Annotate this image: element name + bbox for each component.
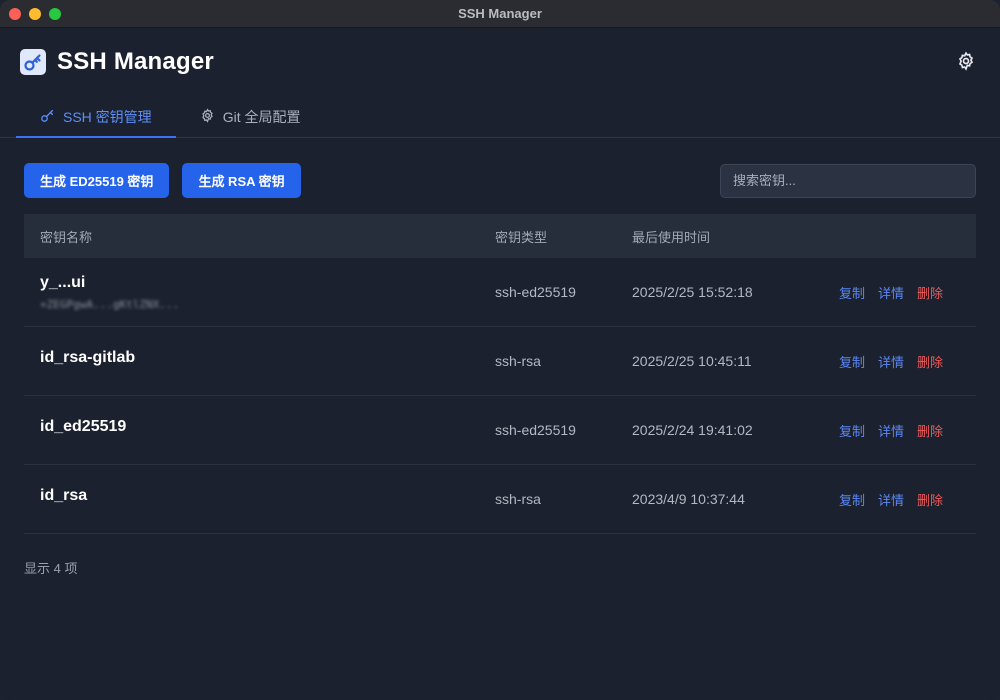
column-header-name: 密钥名称	[40, 229, 93, 245]
key-last-used: 2025/2/25 15:52:18	[632, 284, 753, 300]
key-name-cell: id_rsa	[24, 487, 495, 511]
detail-button[interactable]: 详情	[878, 352, 904, 371]
row-actions: 复制 详情 删除	[839, 421, 976, 440]
delete-button[interactable]: 删除	[917, 352, 943, 371]
tab-label: Git 全局配置	[222, 108, 301, 125]
row-actions: 复制 详情 删除	[839, 352, 976, 371]
key-type: ssh-ed25519	[495, 422, 576, 438]
close-window-button[interactable]	[9, 8, 21, 20]
gear-icon	[200, 107, 215, 126]
key-last-used: 2025/2/25 10:45:11	[632, 353, 752, 369]
copy-button[interactable]: 复制	[839, 490, 865, 509]
key-name: id_rsa-gitlab	[40, 349, 136, 366]
app-window: SSH Manager SSH Manager SSH 密钥管理 Git 全局配…	[0, 0, 1000, 700]
item-count: 显示 4 项	[24, 561, 78, 576]
gear-icon[interactable]	[956, 51, 976, 71]
copy-button[interactable]: 复制	[839, 421, 865, 440]
title-bar[interactable]: SSH Manager	[0, 0, 1000, 28]
table-row: y_...ui +ZEGPgwA...gKtlZNX... ssh-ed2551…	[24, 258, 976, 327]
row-actions: 复制 详情 删除	[839, 490, 976, 509]
column-header-type: 密钥类型	[495, 229, 548, 245]
keys-table: 密钥名称 密钥类型 最后使用时间 y_...ui +ZEGPgwA...gKtl…	[24, 214, 976, 534]
table-row: id_rsa-gitlab ssh-rsa 2025/2/25 10:45:11…	[24, 327, 976, 396]
generate-ed25519-button[interactable]: 生成 ED25519 密钥	[24, 163, 170, 198]
key-name: id_ed25519	[40, 418, 127, 435]
key-type: ssh-rsa	[495, 353, 541, 369]
key-name-cell: y_...ui +ZEGPgwA...gKtlZNX...	[24, 274, 495, 311]
detail-button[interactable]: 详情	[878, 421, 904, 440]
tab-label: SSH 密钥管理	[63, 108, 152, 125]
key-icon	[40, 108, 55, 126]
copy-button[interactable]: 复制	[839, 283, 865, 302]
search-input[interactable]	[720, 163, 976, 198]
window-title: SSH Manager	[458, 6, 542, 21]
delete-button[interactable]: 删除	[917, 283, 943, 302]
tab-git-config[interactable]: Git 全局配置	[176, 96, 325, 137]
delete-button[interactable]: 删除	[917, 421, 943, 440]
detail-button[interactable]: 详情	[878, 283, 904, 302]
toolbar: 生成 ED25519 密钥 生成 RSA 密钥	[0, 138, 1000, 214]
key-type: ssh-ed25519	[495, 284, 576, 300]
key-fingerprint: +ZEGPgwA...gKtlZNX...	[40, 297, 180, 311]
table-row: id_ed25519 ssh-ed25519 2025/2/24 19:41:0…	[24, 396, 976, 465]
column-header-last-used: 最后使用时间	[632, 229, 711, 245]
minimize-window-button[interactable]	[29, 8, 41, 20]
window-controls	[9, 8, 61, 20]
row-actions: 复制 详情 删除	[839, 283, 976, 302]
app-title: SSH Manager	[57, 48, 214, 75]
key-last-used: 2025/2/24 19:41:02	[632, 422, 753, 438]
key-type: ssh-rsa	[495, 491, 541, 507]
tab-bar: SSH 密钥管理 Git 全局配置	[0, 96, 1000, 138]
zoom-window-button[interactable]	[49, 8, 61, 20]
key-name-cell: id_rsa-gitlab	[24, 349, 495, 373]
key-name: id_rsa	[40, 487, 88, 504]
detail-button[interactable]: 详情	[878, 490, 904, 509]
key-name-cell: id_ed25519	[24, 418, 495, 442]
tab-ssh-keys[interactable]: SSH 密钥管理	[16, 96, 176, 138]
table-header: 密钥名称 密钥类型 最后使用时间	[24, 214, 976, 258]
copy-button[interactable]: 复制	[839, 352, 865, 371]
generate-rsa-button[interactable]: 生成 RSA 密钥	[182, 163, 301, 198]
app-header: SSH Manager	[0, 28, 1000, 96]
key-icon	[20, 49, 46, 75]
table-row: id_rsa ssh-rsa 2023/4/9 10:37:44 复制 详情 删…	[24, 465, 976, 534]
key-last-used: 2023/4/9 10:37:44	[632, 491, 745, 507]
delete-button[interactable]: 删除	[917, 490, 943, 509]
key-name: y_...ui	[40, 273, 86, 291]
